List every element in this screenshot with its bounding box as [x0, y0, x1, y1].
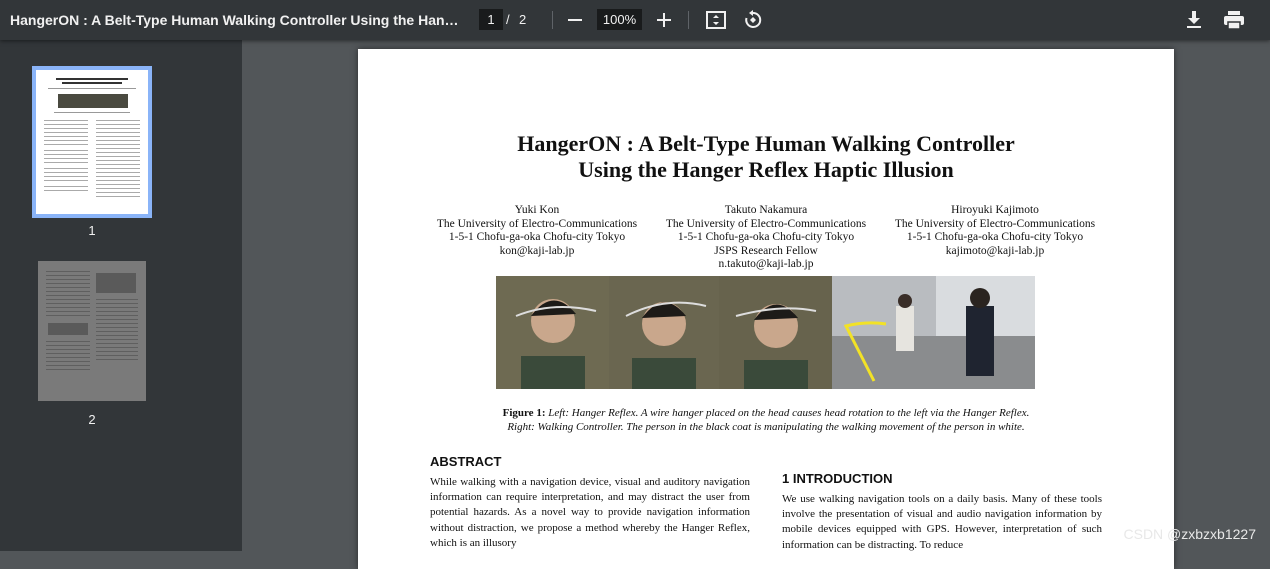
pdf-toolbar: HangerON : A Belt-Type Human Walking Con…: [0, 0, 1270, 40]
page-separator: /: [506, 12, 510, 27]
paper-title-line: Using the Hanger Reflex Haptic Illusion: [578, 157, 954, 182]
total-pages: 2: [519, 12, 527, 27]
figure-caption: Figure 1: Left: Hanger Reflex. A wire ha…: [358, 406, 1174, 434]
figure-photos: [496, 276, 1035, 389]
caption-label: Figure 1:: [502, 407, 546, 419]
document-title: HangerON : A Belt-Type Human Walking Con…: [10, 12, 465, 28]
caption-text: Left: Hanger Reflex. A wire hanger place…: [548, 407, 1030, 419]
watermark: CSDN @zxbzxb1227: [1123, 526, 1257, 542]
rotate-icon: [745, 10, 762, 28]
download-icon: [1187, 11, 1201, 28]
abstract-heading: ABSTRACT: [430, 454, 502, 469]
author-block: Yuki Kon The University of Electro-Commu…: [422, 204, 652, 258]
paper-title-line: HangerON : A Belt-Type Human Walking Con…: [517, 131, 1015, 156]
page-thumbnail-preview: [46, 271, 138, 370]
figure-image: [496, 276, 1035, 389]
caption-text: Right: Walking Controller. The person in…: [507, 421, 1025, 433]
thumbnail-label: 2: [88, 412, 96, 427]
pdf-page: HangerON : A Belt-Type Human Walking Con…: [358, 49, 1174, 569]
author-extra: JSPS Research Fellow: [714, 244, 818, 257]
author-block: Takuto Nakamura The University of Electr…: [651, 204, 881, 272]
author-address: 1-5-1 Chofu-ga-oka Chofu-city Tokyo: [677, 231, 855, 244]
author-email: n.takuto@kaji-lab.jp: [718, 258, 814, 271]
author-email: kajimoto@kaji-lab.jp: [945, 244, 1045, 257]
page-number-input[interactable]: 1: [479, 9, 503, 30]
author-block: Hiroyuki Kajimoto The University of Elec…: [880, 204, 1110, 258]
fit-page-button[interactable]: [702, 6, 730, 34]
abstract-text: While walking with a navigation device, …: [430, 476, 750, 549]
rotate-button[interactable]: [739, 6, 767, 34]
page-thumbnail-1[interactable]: [32, 66, 152, 218]
author-email: kon@kaji-lab.jp: [499, 244, 575, 257]
author-name: Yuki Kon: [514, 204, 560, 216]
page-thumbnail-2[interactable]: [38, 261, 146, 401]
author-affiliation: The University of Electro-Communications: [894, 217, 1096, 230]
intro-heading: 1 INTRODUCTION: [782, 471, 893, 486]
print-button[interactable]: [1220, 6, 1248, 34]
author-address: 1-5-1 Chofu-ga-oka Chofu-city Tokyo: [448, 231, 626, 244]
toolbar-divider: [688, 11, 689, 29]
author-affiliation: The University of Electro-Communications: [436, 217, 638, 230]
author-name: Takuto Nakamura: [724, 204, 808, 216]
page-thumbnail-preview: [44, 78, 140, 197]
print-icon: [1224, 11, 1244, 29]
download-button[interactable]: [1180, 6, 1208, 34]
zoom-input[interactable]: 100%: [597, 9, 642, 30]
author-affiliation: The University of Electro-Communications: [665, 217, 867, 230]
toolbar-divider: [552, 11, 553, 29]
zoom-in-button[interactable]: [650, 6, 678, 34]
author-name: Hiroyuki Kajimoto: [951, 204, 1039, 216]
intro-text: We use walking navigation tools on a dai…: [782, 493, 1102, 551]
thumbnail-label: 1: [88, 223, 96, 238]
minus-icon: [568, 19, 582, 21]
author-address: 1-5-1 Chofu-ga-oka Chofu-city Tokyo: [906, 231, 1084, 244]
fit-page-icon: [706, 11, 726, 29]
thumbnail-sidebar: 1 2: [0, 40, 242, 551]
plus-icon: [657, 13, 671, 27]
paper-title: HangerON : A Belt-Type Human Walking Con…: [358, 131, 1174, 183]
zoom-out-button[interactable]: [561, 6, 589, 34]
